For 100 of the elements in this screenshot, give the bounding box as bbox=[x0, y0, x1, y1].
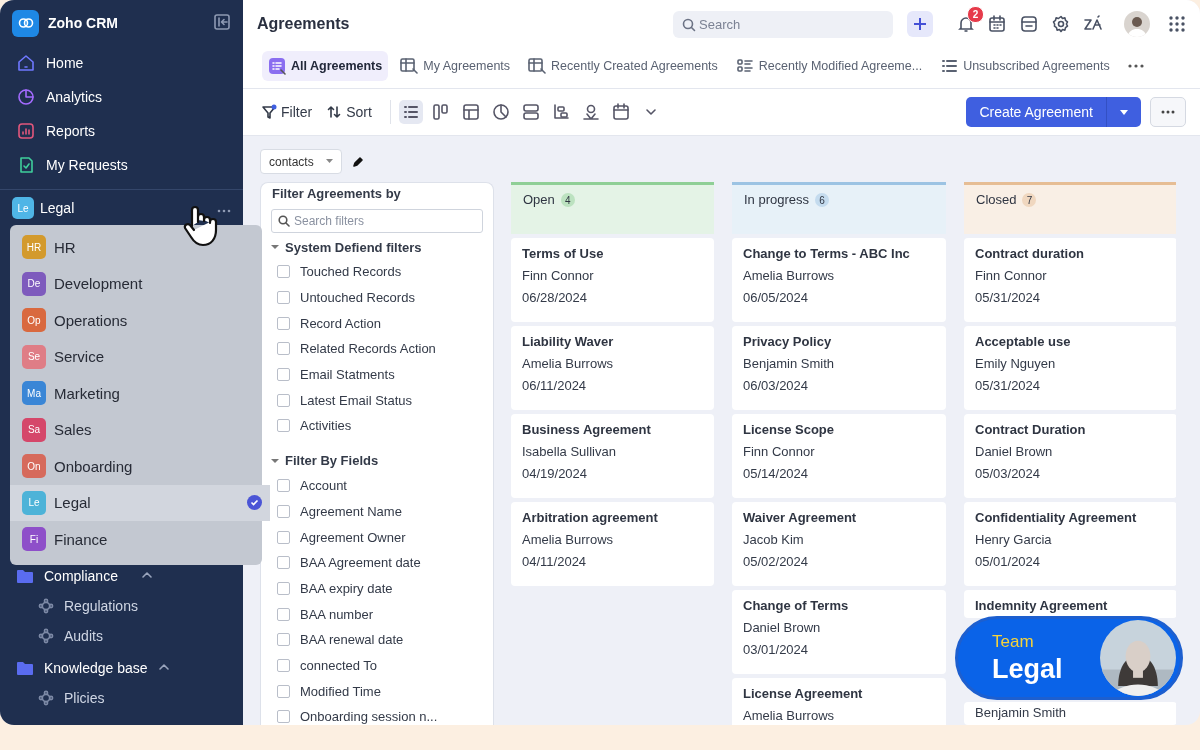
checkbox[interactable] bbox=[277, 419, 290, 433]
team-menu-item[interactable]: De Development bbox=[10, 265, 262, 302]
agreement-card[interactable]: Confidentiality Agreement Henry Garcia 05/01/2024 bbox=[964, 502, 1176, 586]
filter-option[interactable]: Activities bbox=[271, 413, 483, 439]
checkbox[interactable] bbox=[277, 581, 290, 595]
card-date: 04/11/2024 bbox=[522, 553, 588, 571]
caret-down-icon bbox=[271, 456, 279, 465]
agreement-card[interactable]: Waiver Agreement Jacob Kim 05/02/2024 bbox=[732, 502, 946, 586]
filter-group-header[interactable]: Filter By Fields bbox=[271, 448, 483, 473]
create-button[interactable]: Create Agreement bbox=[966, 97, 1141, 127]
agreement-card[interactable]: Contract Duration Daniel Brown 05/03/2024 bbox=[964, 414, 1176, 498]
checkbox[interactable] bbox=[277, 530, 290, 544]
team-menu-item[interactable]: Op Operations bbox=[10, 302, 262, 339]
filter-icon bbox=[261, 104, 277, 120]
filter-option[interactable]: Onboarding session n... bbox=[271, 704, 483, 725]
search-field[interactable]: Search bbox=[673, 10, 893, 38]
add-button[interactable] bbox=[907, 11, 933, 37]
card-title: Liability Waver bbox=[522, 333, 615, 351]
team-menu-item[interactable]: On Onboarding bbox=[10, 448, 262, 485]
filter-option[interactable]: BAA renewal date bbox=[271, 626, 483, 653]
checkbox[interactable] bbox=[277, 265, 290, 279]
view-tab[interactable]: Recently Modified Agreeme... bbox=[729, 51, 929, 81]
view-tab[interactable]: My Agreements bbox=[394, 51, 517, 81]
check-icon bbox=[247, 495, 262, 511]
team-menu-item[interactable]: Ma Marketing bbox=[10, 375, 262, 412]
team-badge: Fi bbox=[22, 527, 46, 552]
bell-icon[interactable] bbox=[957, 15, 975, 33]
agreement-card[interactable]: Arbitration agreement Amelia Burrows 04/11/2024 bbox=[511, 502, 714, 586]
filter-option[interactable]: Account bbox=[271, 472, 483, 499]
folder-child-item[interactable]: Plicies bbox=[0, 683, 243, 713]
agreement-card[interactable]: Change of Terms Daniel Brown 03/01/2024 bbox=[732, 590, 946, 674]
checkbox[interactable] bbox=[277, 556, 290, 570]
caret-down-icon bbox=[1119, 107, 1129, 117]
view-tab[interactable]: Recently Created Agreements bbox=[522, 51, 724, 81]
team-menu-item[interactable]: Le Legal bbox=[10, 484, 270, 521]
filter-button[interactable]: Filter bbox=[261, 104, 313, 120]
checkbox[interactable] bbox=[277, 342, 290, 356]
layout-dropdown[interactable]: contacts bbox=[260, 149, 342, 174]
filter-option[interactable]: BAA expiry date bbox=[271, 575, 483, 602]
folder-child-item[interactable]: Audits bbox=[0, 621, 243, 651]
filter-option[interactable]: Untouched Records bbox=[271, 284, 483, 311]
filter-group-header[interactable]: System Defiend filters bbox=[271, 235, 483, 259]
checkbox[interactable] bbox=[277, 291, 290, 305]
agreement-card[interactable]: Business Agreement Isabella Sullivan 04/19/2024 bbox=[511, 414, 714, 498]
team-menu-item[interactable]: Fi Finance bbox=[10, 521, 262, 558]
filter-option[interactable]: Agreement Owner bbox=[271, 524, 483, 550]
nav-item[interactable]: Home bbox=[0, 46, 243, 80]
checkbox[interactable] bbox=[277, 710, 290, 724]
more-button[interactable] bbox=[1150, 97, 1186, 127]
agreement-card[interactable]: Indemnity Agreement bbox=[964, 590, 1176, 618]
sort-button[interactable]: Sort bbox=[326, 104, 372, 120]
folder-icon bbox=[16, 568, 34, 584]
search-field[interactable]: Search filters bbox=[271, 209, 483, 233]
folder-child-item[interactable]: Regulations bbox=[0, 591, 243, 621]
team-name[interactable]: Legal bbox=[40, 200, 211, 216]
filter-option[interactable]: Agreement Name bbox=[271, 498, 483, 525]
filter-option[interactable]: Modified Time bbox=[271, 678, 483, 704]
filter-option[interactable]: BAA number bbox=[271, 601, 483, 627]
checkbox[interactable] bbox=[277, 633, 290, 647]
filter-option[interactable]: Record Action bbox=[271, 310, 483, 337]
filter-option[interactable]: Email Statments bbox=[271, 361, 483, 388]
checkbox[interactable] bbox=[277, 658, 290, 672]
filter-option[interactable]: Touched Records bbox=[271, 259, 483, 285]
agreement-card[interactable]: Acceptable use Emily Nguyen 05/31/2024 bbox=[964, 326, 1176, 410]
folder-item[interactable]: Compliance bbox=[0, 561, 243, 591]
nav-item[interactable]: Reports bbox=[0, 114, 243, 148]
folder-item[interactable]: Knowledge base bbox=[0, 653, 243, 683]
checkbox[interactable] bbox=[277, 316, 290, 330]
team-badge: Sa bbox=[22, 417, 46, 442]
nav-item[interactable]: Analytics bbox=[0, 80, 243, 114]
filter-option[interactable]: Related Records Action bbox=[271, 336, 483, 362]
team-menu-item[interactable]: Se Service bbox=[10, 338, 262, 375]
team-menu-item[interactable]: HR HR bbox=[10, 229, 262, 266]
agreement-card[interactable]: Benjamin Smith bbox=[964, 702, 1176, 725]
filter-option[interactable]: Latest Email Status bbox=[271, 387, 483, 414]
checkbox[interactable] bbox=[277, 607, 290, 621]
checkbox[interactable] bbox=[277, 393, 290, 407]
agreement-card[interactable]: Privacy Policy Benjamin Smith 06/03/2024 bbox=[732, 326, 946, 410]
view-switch[interactable] bbox=[398, 100, 423, 124]
agreement-card[interactable]: Contract duration Finn Connor 05/31/2024 bbox=[964, 238, 1176, 322]
agreement-card[interactable]: Change to Terms - ABC Inc Amelia Burrows 06/05/2024 bbox=[732, 238, 946, 322]
agreement-card[interactable]: License Scope Finn Connor 05/14/2024 bbox=[732, 414, 946, 498]
owner-name: Amelia Burrows bbox=[743, 267, 836, 285]
table-view-icon bbox=[460, 102, 481, 122]
team-menu-item[interactable]: Sa Sales bbox=[10, 411, 262, 448]
filter-option[interactable]: BAA Agreement date bbox=[271, 549, 483, 576]
agreement-card[interactable]: Liability Waver Amelia Burrows 06/11/2024 bbox=[511, 326, 714, 410]
filter-option[interactable]: connected To bbox=[271, 652, 483, 679]
nav-item[interactable]: My Requests bbox=[0, 148, 243, 182]
checkbox[interactable] bbox=[277, 684, 290, 698]
agreement-card[interactable]: Terms of Use Finn Connor 06/28/2024 bbox=[511, 238, 714, 322]
card-title: License Scope bbox=[743, 421, 836, 439]
checkbox[interactable] bbox=[277, 504, 290, 518]
card-title: Waiver Agreement bbox=[743, 509, 858, 527]
checkbox[interactable] bbox=[277, 368, 290, 382]
view-tab[interactable]: Unsubscribed Agreements bbox=[934, 51, 1116, 81]
agreement-card[interactable]: License Agreement Amelia Burrows bbox=[732, 678, 946, 725]
calendar-view-icon bbox=[610, 102, 631, 122]
view-tab[interactable]: All Agreements bbox=[262, 51, 389, 81]
checkbox[interactable] bbox=[277, 479, 290, 493]
